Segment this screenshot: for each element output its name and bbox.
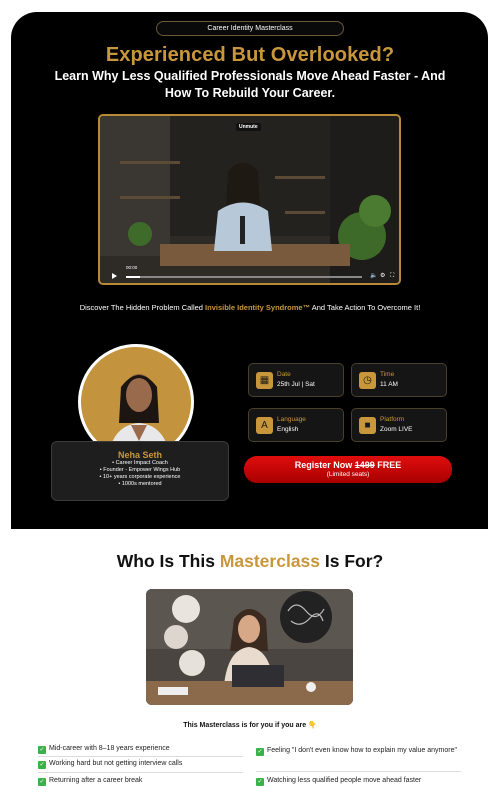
list-item: ✓ Feeling "I don't even know how to expla… <box>256 746 461 756</box>
language-value: English <box>277 426 299 433</box>
divider <box>38 756 243 757</box>
discover-highlight: Invisible Identity Syndrome™ <box>205 303 311 312</box>
list-item: ✓ Returning after a career break <box>38 776 238 786</box>
time-card: ◷ Time 11 AM <box>351 363 447 397</box>
list-item-text: Working hard but not getting interview c… <box>49 760 183 767</box>
check-icon: ✓ <box>38 761 46 769</box>
audience-title-before: Who Is This <box>116 551 220 571</box>
list-item-text: Returning after a career break <box>49 777 143 784</box>
discover-after: And Take Action To Overcome It! <box>310 303 421 312</box>
speaker-detail: • Founder - Empower Wings Hub <box>99 467 181 473</box>
language-card: A Language English <box>248 408 344 442</box>
discover-text: Discover The Hidden Problem Called Invis… <box>0 303 500 312</box>
video-frame-scene <box>100 116 399 283</box>
platform-value: Zoom LIVE <box>380 426 413 433</box>
register-note: (Limited seats) <box>326 471 370 478</box>
audience-title: Who Is This Masterclass Is For? <box>0 551 500 572</box>
divider <box>38 772 243 773</box>
video-seek-bar[interactable] <box>126 276 362 278</box>
check-icon: ✓ <box>38 746 46 754</box>
register-suffix: FREE <box>374 460 402 470</box>
date-label: Date <box>277 371 291 378</box>
speaker-detail: • 1000s mentored <box>118 481 162 487</box>
register-button[interactable]: Register Now 1499 FREE (Limited seats) <box>244 456 452 483</box>
speaker-name: Neha Seth <box>117 450 162 460</box>
language-label: Language <box>277 416 306 423</box>
register-prefix: Register Now <box>294 460 355 470</box>
video-controls: 🔈 ⚙ ⛶ <box>104 271 396 283</box>
list-item-text: Feeling "I don't even know how to explai… <box>267 747 457 754</box>
register-old-price: 1499 <box>354 460 375 470</box>
speaker-card: Neha Seth • Career Impact Coach • Founde… <box>51 441 229 501</box>
settings-icon[interactable]: ⚙ <box>380 272 385 280</box>
list-item-text: Watching less qualified people move ahea… <box>267 777 422 784</box>
platform-card: ■ Platform Zoom LIVE <box>351 408 447 442</box>
divider <box>256 771 461 772</box>
audience-title-highlight: Masterclass <box>219 551 321 571</box>
for-you-line: This Masterclass is for you if you are 👇 <box>183 722 317 729</box>
check-icon: ✓ <box>256 778 264 786</box>
audience-title-after: Is For? <box>320 551 384 571</box>
platform-label: Platform <box>380 416 405 423</box>
page-title: Experienced But Overlooked? <box>105 44 395 66</box>
time-value: 11 AM <box>380 381 398 388</box>
list-item: ✓ Mid-career with 8–18 years experience <box>38 744 238 754</box>
list-item: ✓ Watching less qualified people move ahe… <box>256 776 461 786</box>
fullscreen-icon[interactable]: ⛶ <box>390 272 394 280</box>
speaker-detail: • 10+ years corporate experience <box>99 474 181 480</box>
speaker-detail: • Career Impact Coach <box>112 460 168 466</box>
time-label: Time <box>380 371 395 378</box>
unmute-button[interactable]: Unmute <box>236 123 261 131</box>
video-player[interactable]: Unmute 00:00 🔈 ⚙ ⛶ <box>98 114 401 285</box>
overwhelmed-professional-illustration <box>146 589 353 705</box>
discover-before: Discover The Hidden Problem Called <box>79 303 206 312</box>
check-icon: ✓ <box>38 778 46 786</box>
clock-icon: ◷ <box>359 372 376 389</box>
date-value: 25th Jul | Sat <box>277 381 315 388</box>
register-label: Register Now 1499 FREE <box>244 460 452 470</box>
masterclass-pill: Career Identity Masterclass <box>156 21 344 36</box>
play-icon[interactable] <box>112 273 117 279</box>
seek-progress <box>126 276 141 278</box>
check-icon: ✓ <box>256 748 264 756</box>
language-icon: A <box>256 417 273 434</box>
date-card: ▦ Date 25th Jul | Sat <box>248 363 344 397</box>
video-camera-icon: ■ <box>359 417 376 434</box>
page-subtitle: Learn Why Less Qualified Professionals M… <box>54 69 446 100</box>
list-item-text: Mid-career with 8–18 years experience <box>49 745 170 752</box>
video-time: 00:00 <box>126 265 138 270</box>
volume-icon[interactable]: 🔈 <box>370 272 377 280</box>
list-item: ✓ Working hard but not getting interview … <box>38 759 238 769</box>
calendar-icon: ▦ <box>256 372 273 389</box>
